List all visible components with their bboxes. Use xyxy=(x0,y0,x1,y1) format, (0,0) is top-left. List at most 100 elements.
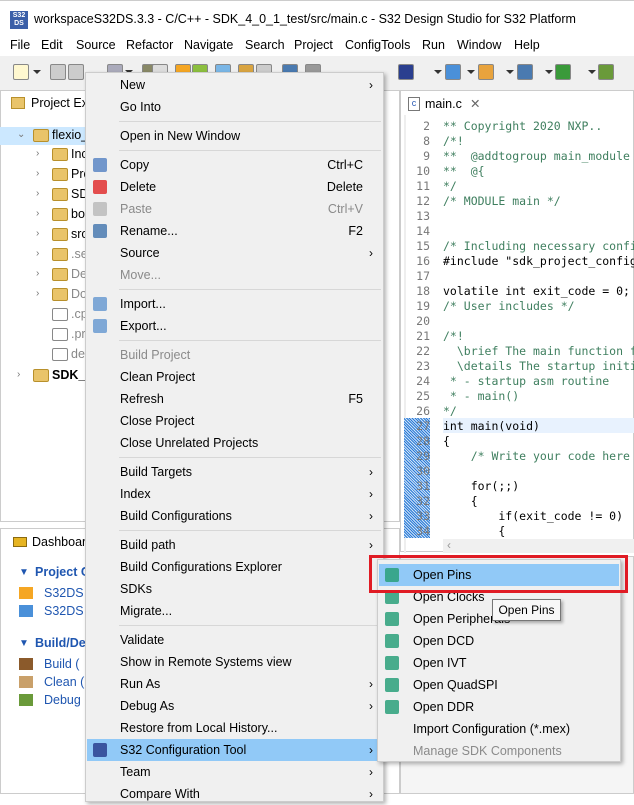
menu-item-source[interactable]: Source › xyxy=(87,242,383,264)
code-line: ** @{ xyxy=(443,164,485,178)
menu-item-build-configurations-explorer[interactable]: Build Configurations Explorer xyxy=(87,556,383,578)
menu-item-export[interactable]: Export... xyxy=(87,315,383,337)
tree-item[interactable]: › Do xyxy=(0,286,87,304)
menu-item-open-dcd[interactable]: Open DCD xyxy=(379,630,619,652)
menu-item-clean-project[interactable]: Clean Project xyxy=(87,366,383,388)
menu-item-refresh[interactable]: Refresh F5 xyxy=(87,388,383,410)
menu-item-rename[interactable]: Rename... F2 xyxy=(87,220,383,242)
tree-item[interactable]: .pr xyxy=(0,326,86,344)
menu-project[interactable]: Project xyxy=(294,38,333,52)
dashboard-section-title[interactable]: Project C xyxy=(35,565,90,579)
menu-item-debug-as[interactable]: Debug As › xyxy=(87,695,383,717)
menu-item-index[interactable]: Index › xyxy=(87,483,383,505)
chevron-right-icon[interactable]: › xyxy=(17,369,20,380)
toolbar-button-icon[interactable] xyxy=(13,64,29,80)
menu-file[interactable]: File xyxy=(10,38,30,52)
menu-item-build-targets[interactable]: Build Targets › xyxy=(87,461,383,483)
line-number: 23 xyxy=(416,359,430,373)
menu-item-open-quadspi[interactable]: Open QuadSPI xyxy=(379,674,619,696)
chevron-right-icon[interactable]: › xyxy=(36,148,39,159)
menu-item-import-configuration-mex[interactable]: Import Configuration (*.mex) xyxy=(379,718,619,740)
menu-help[interactable]: Help xyxy=(514,38,540,52)
tree-item[interactable]: ⌄ flexio_ xyxy=(0,127,88,145)
menu-item-close-unrelated-projects[interactable]: Close Unrelated Projects xyxy=(87,432,383,454)
menu-item-team[interactable]: Team › xyxy=(87,761,383,783)
chevron-down-icon[interactable] xyxy=(467,70,475,74)
tree-item[interactable]: › .se xyxy=(0,246,88,264)
menu-item-copy[interactable]: Copy Ctrl+C xyxy=(87,154,383,176)
menu-item-show-in-remote-systems-view[interactable]: Show in Remote Systems view xyxy=(87,651,383,673)
menu-item-migrate[interactable]: Migrate... xyxy=(87,600,383,622)
tree-item[interactable]: .cp xyxy=(0,306,88,324)
dashboard-tab[interactable]: Dashboard xyxy=(32,535,93,549)
tree-item[interactable]: › Pro xyxy=(0,166,90,184)
menu-search[interactable]: Search xyxy=(245,38,285,52)
chevron-right-icon[interactable]: › xyxy=(36,188,39,199)
menu-item-go-into[interactable]: Go Into xyxy=(87,96,383,118)
menu-item-run-as[interactable]: Run As › xyxy=(87,673,383,695)
close-icon[interactable]: ✕ xyxy=(470,96,480,111)
chevron-right-icon[interactable]: › xyxy=(36,288,39,299)
menu-item-validate[interactable]: Validate xyxy=(87,629,383,651)
menu-item-label: S32 Configuration Tool xyxy=(120,743,247,757)
menu-source[interactable]: Source xyxy=(76,38,116,52)
toolbar-button-icon[interactable] xyxy=(555,64,571,80)
chevron-down-icon[interactable]: ⌄ xyxy=(17,129,25,140)
line-number: 20 xyxy=(416,314,430,328)
dashboard-section-title[interactable]: Build/De xyxy=(35,636,86,650)
horizontal-scrollbar[interactable]: ‹ xyxy=(443,538,634,553)
menu-item-compare-with[interactable]: Compare With › xyxy=(87,783,383,805)
menu-separator xyxy=(119,340,381,341)
chevron-right-icon[interactable]: › xyxy=(36,228,39,239)
menu-item-s32-configuration-tool[interactable]: S32 Configuration Tool › xyxy=(87,739,383,761)
menu-item-open-ddr[interactable]: Open DDR xyxy=(379,696,619,718)
toolbar-button-icon[interactable] xyxy=(398,64,414,80)
chevron-down-icon[interactable] xyxy=(545,70,553,74)
menu-item-sdks[interactable]: SDKs xyxy=(87,578,383,600)
tab-main-c[interactable]: c main.c ✕ xyxy=(405,93,485,115)
dashboard-link[interactable]: Debug xyxy=(44,693,81,707)
chevron-right-icon[interactable]: › xyxy=(36,268,39,279)
tree-item[interactable]: › Inc xyxy=(0,146,88,164)
tree-item[interactable]: › SDK_4 xyxy=(0,367,92,385)
menu-item-build-path[interactable]: Build path › xyxy=(87,534,383,556)
chevron-right-icon[interactable]: › xyxy=(36,168,39,179)
menu-run[interactable]: Run xyxy=(422,38,445,52)
chevron-down-icon[interactable]: ▼ xyxy=(19,638,29,649)
chevron-down-icon[interactable] xyxy=(33,70,41,74)
menu-window[interactable]: Window xyxy=(457,38,501,52)
menu-item-open-ivt[interactable]: Open IVT xyxy=(379,652,619,674)
tree-item[interactable]: de xyxy=(0,346,85,364)
menu-item-restore-from-local-history[interactable]: Restore from Local History... xyxy=(87,717,383,739)
menu-refactor[interactable]: Refactor xyxy=(126,38,173,52)
toolbar-button-icon[interactable] xyxy=(445,64,461,80)
chevron-down-icon[interactable] xyxy=(506,70,514,74)
chevron-down-icon[interactable] xyxy=(588,70,596,74)
chevron-down-icon[interactable]: ▼ xyxy=(19,567,29,578)
menu-configtools[interactable]: ConfigTools xyxy=(345,38,410,52)
menu-item-open-in-new-window[interactable]: Open in New Window xyxy=(87,125,383,147)
toolbar-button-icon[interactable] xyxy=(50,64,66,80)
menu-edit[interactable]: Edit xyxy=(41,38,63,52)
menu-navigate[interactable]: Navigate xyxy=(184,38,233,52)
menu-item-import[interactable]: Import... xyxy=(87,293,383,315)
chevron-down-icon[interactable] xyxy=(434,70,442,74)
menu-item-build-configurations[interactable]: Build Configurations › xyxy=(87,505,383,527)
chevron-right-icon[interactable]: › xyxy=(36,248,39,259)
menu-item-new[interactable]: New › xyxy=(87,74,383,96)
tree-item[interactable]: › SD xyxy=(0,186,88,204)
dashboard-link[interactable]: Build ( xyxy=(44,657,79,671)
chevron-right-icon[interactable]: › xyxy=(36,208,39,219)
tree-item[interactable]: › De xyxy=(0,266,87,284)
dashboard-link[interactable]: Clean ( xyxy=(44,675,84,689)
title-bar: S32 DS workspaceS32DS.3.3 - C/C++ - SDK_4… xyxy=(0,0,634,36)
menu-item-delete[interactable]: Delete Delete xyxy=(87,176,383,198)
toolbar-button-icon[interactable] xyxy=(68,64,84,80)
toolbar-button-icon[interactable] xyxy=(517,64,533,80)
menu-item-label: Migrate... xyxy=(120,604,173,618)
menu-item-close-project[interactable]: Close Project xyxy=(87,410,383,432)
toolbar-button-icon[interactable] xyxy=(478,64,494,80)
toolbar-button-icon[interactable] xyxy=(598,64,614,80)
tree-item[interactable]: › sro xyxy=(0,226,88,244)
tree-item[interactable]: › bo xyxy=(0,206,85,224)
